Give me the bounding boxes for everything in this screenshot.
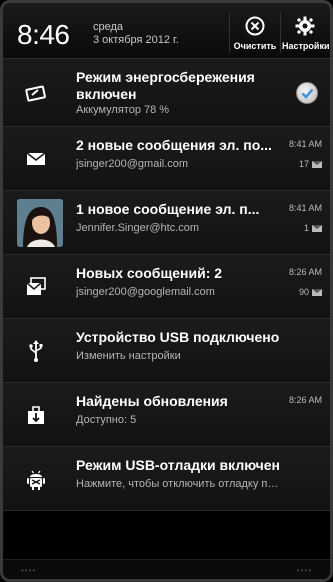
notification-title: 1 новое сообщение эл. п... (76, 201, 260, 217)
notification-list: Режим энергосбережения включен Аккумулят… (3, 59, 330, 511)
notification-subtitle: jsinger200@googlemail.com (76, 286, 215, 298)
count-value: 90 (298, 287, 309, 297)
settings-label: Настройки (282, 41, 330, 51)
android-debug-icon (27, 470, 45, 490)
panel-drag-handle[interactable]: •••• •••• (3, 559, 330, 579)
message-count: 1 (304, 223, 322, 233)
grip-right: •••• (296, 566, 312, 575)
notification-subtitle: Доступно: 5 (76, 414, 137, 426)
notification-title: Режим USB-отладки включен (76, 457, 280, 473)
mail-stack-icon (26, 276, 46, 295)
mini-mail-icon (312, 224, 322, 232)
download-icon (28, 405, 44, 424)
message-count: 90 (299, 287, 322, 297)
usb-icon (29, 339, 43, 362)
notification-time: 8:26 AM (288, 395, 322, 405)
divider (229, 13, 230, 53)
notification-subtitle: Jennifer.Singer@htc.com (76, 222, 200, 234)
date-block: среда 3 октября 2012 г. (93, 21, 179, 47)
clock: 8:46 (17, 19, 70, 50)
notification-usb-debugging[interactable]: Режим USB-отладки включен Нажмите, чтобы… (3, 447, 330, 511)
clear-label: Очистить (233, 41, 277, 51)
notification-usb-connected[interactable]: Устройство USB подключено Изменить настр… (3, 319, 330, 383)
count-value: 17 (298, 159, 309, 169)
notification-title: Новых сообщений: 2 (76, 265, 223, 281)
notification-title: Режим энергосбережения включен (76, 69, 255, 102)
notification-title: 2 новые сообщения эл. по... (76, 137, 272, 153)
mini-mail-icon (312, 288, 322, 296)
notification-time: 8:41 AM (288, 139, 322, 149)
notification-power-saver[interactable]: Режим энергосбережения включен Аккумулят… (3, 59, 330, 127)
gear-icon (295, 16, 315, 36)
notification-subtitle: Нажмите, чтобы отключить отладку по... (76, 478, 280, 490)
notification-subtitle: Изменить настройки (76, 350, 181, 362)
checkbox-checked[interactable] (296, 82, 318, 104)
weekday: среда (93, 21, 124, 33)
grip-left: •••• (21, 566, 37, 575)
count-value: 1 (303, 223, 309, 233)
clear-icon (245, 16, 265, 36)
contact-avatar (17, 199, 63, 247)
notification-time: 8:41 AM (288, 203, 322, 213)
notification-email-gmail[interactable]: 2 новые сообщения эл. по... jsinger200@g… (3, 127, 330, 191)
battery-saver-icon (25, 85, 46, 102)
mini-mail-icon (312, 160, 322, 168)
notification-subtitle: jsinger200@gmail.com (76, 158, 189, 170)
notification-title: Найдены обновления (76, 393, 228, 409)
notification-header: 8:46 среда 3 октября 2012 г. Очистить На… (3, 3, 330, 59)
settings-button[interactable]: Настройки (282, 15, 330, 57)
notification-email-htc[interactable]: 1 новое сообщение эл. п... Jennifer.Sing… (3, 191, 330, 255)
checkmark-icon (301, 88, 314, 99)
message-count: 17 (299, 159, 322, 169)
notification-time: 8:26 AM (288, 267, 322, 277)
divider (280, 13, 281, 53)
notification-subtitle: Аккумулятор 78 % (76, 104, 170, 116)
clear-button[interactable]: Очистить (232, 15, 278, 57)
notification-email-googlemail[interactable]: Новых сообщений: 2 jsinger200@googlemail… (3, 255, 330, 319)
date: 3 октября 2012 г. (93, 34, 179, 46)
notification-title: Устройство USB подключено (76, 329, 280, 345)
mail-icon (26, 151, 46, 165)
notification-updates[interactable]: Найдены обновления Доступно: 5 8:26 AM (3, 383, 330, 447)
phone-frame: 8:46 среда 3 октября 2012 г. Очистить На… (0, 0, 333, 582)
